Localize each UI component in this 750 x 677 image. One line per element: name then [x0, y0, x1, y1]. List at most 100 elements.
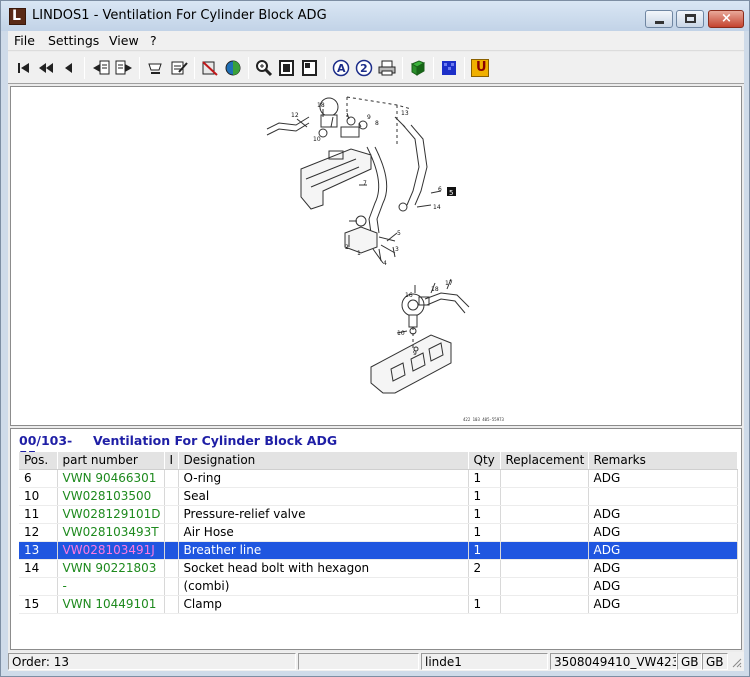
row-replacement	[500, 577, 589, 596]
row-designation: Pressure-relief valve	[178, 505, 469, 524]
row-i	[164, 541, 179, 560]
row-part-number: VW028129101D	[57, 505, 165, 524]
callout-3: 3	[395, 246, 399, 253]
app-logo-icon: L	[9, 8, 26, 25]
exploded-view-drawing[interactable]: 12 18 10 9 8 13 7 6 14 5 2 1 3 4 17 16 1	[10, 86, 742, 426]
back-page-icon[interactable]	[92, 59, 110, 77]
row-i	[164, 577, 179, 596]
row-qty: 1	[468, 487, 501, 506]
minimize-icon	[655, 21, 664, 24]
row-designation: Air Hose	[178, 523, 469, 542]
resize-grip-icon[interactable]	[730, 656, 742, 668]
zoom-icon[interactable]	[255, 59, 273, 77]
row-pos: 12	[19, 523, 58, 542]
globe-icon[interactable]	[224, 59, 242, 77]
no-filter-icon[interactable]	[201, 59, 219, 77]
row-pos	[19, 577, 58, 596]
toolbar-separator	[194, 57, 195, 79]
maximize-icon	[685, 14, 696, 23]
parts-table-body: 6 VWN 90466301 O-ring 1 ADG 10 VW028103500 Seal…	[19, 469, 738, 614]
callout-9-lower: 9	[413, 350, 417, 357]
toolbar: A 2 U	[8, 52, 744, 84]
search-2-icon[interactable]: 2	[355, 59, 373, 77]
u-label: U	[476, 60, 487, 75]
cart-icon[interactable]	[147, 59, 165, 77]
col-qty[interactable]: Qty	[468, 452, 501, 470]
status-order: Order: 13	[8, 653, 296, 670]
maximize-button[interactable]	[676, 10, 704, 28]
grid-icon[interactable]	[440, 59, 458, 77]
row-part-number: VW028103493T	[57, 523, 165, 542]
u-icon[interactable]: U	[471, 59, 489, 77]
book-icon[interactable]	[409, 59, 427, 77]
title-bar[interactable]: L LINDOS1 - Ventilation For Cylinder Blo…	[1, 1, 749, 31]
row-designation: Socket head bolt with hexagon	[178, 559, 469, 578]
page-icon[interactable]	[278, 59, 296, 77]
col-i[interactable]: I	[164, 452, 179, 470]
table-row[interactable]: 14 VWN 90221803 Socket head bolt with hexa…	[19, 559, 738, 578]
edit-list-icon[interactable]	[170, 59, 188, 77]
row-qty: 1	[468, 469, 501, 488]
print-icon[interactable]	[378, 59, 396, 77]
toolbar-separator	[464, 57, 465, 79]
col-remarks[interactable]: Remarks	[588, 452, 738, 470]
forward-page-icon[interactable]	[115, 59, 133, 77]
row-qty: 1	[468, 505, 501, 524]
previous-group-icon[interactable]	[37, 59, 55, 77]
row-i	[164, 505, 179, 524]
callout-13: 13	[401, 110, 409, 117]
group-title: Ventilation For Cylinder Block ADG	[93, 433, 338, 448]
first-icon[interactable]	[15, 59, 33, 77]
row-remarks: ADG	[588, 541, 738, 560]
callout-5: 5	[397, 230, 401, 237]
previous-icon[interactable]	[60, 59, 78, 77]
col-part-number[interactable]: part number	[57, 452, 165, 470]
menu-file[interactable]: File	[14, 33, 35, 48]
table-row[interactable]: 12 VW028103493T Air Hose 1 ADG	[19, 523, 738, 542]
drawing-number: 422 103 405-55973	[463, 417, 505, 422]
app-window: L LINDOS1 - Ventilation For Cylinder Blo…	[0, 0, 750, 677]
search-a-icon[interactable]: A	[332, 59, 350, 77]
callout-7: 7	[363, 180, 367, 187]
row-qty	[468, 577, 501, 596]
row-pos: 11	[19, 505, 58, 524]
row-remarks: ADG	[588, 523, 738, 542]
table-row[interactable]: 10 VW028103500 Seal 1	[19, 487, 738, 506]
row-designation: O-ring	[178, 469, 469, 488]
minimize-button[interactable]	[645, 10, 673, 28]
status-bar: Order: 13 linde1 3508049410_VW4231 GB GB	[8, 652, 744, 671]
row-i	[164, 469, 179, 488]
row-i	[164, 595, 179, 614]
row-qty: 1	[468, 595, 501, 614]
row-replacement	[500, 541, 589, 560]
status-user: linde1	[421, 653, 548, 670]
callout-8: 8	[375, 120, 379, 127]
row-remarks: ADG	[588, 559, 738, 578]
menu-help[interactable]: ?	[150, 33, 157, 48]
menu-settings[interactable]: Settings	[48, 33, 99, 48]
row-pos: 10	[19, 487, 58, 506]
table-row[interactable]: 13 VW028103491J Breather line 1 ADG	[19, 541, 738, 560]
table-row[interactable]: 15 VWN 10449101 Clamp 1 ADG	[19, 595, 738, 614]
col-pos[interactable]: Pos.	[19, 452, 58, 470]
menu-view[interactable]: View	[109, 33, 139, 48]
callout-2: 2	[345, 244, 349, 251]
table-row[interactable]: - (combi) ADG	[19, 577, 738, 596]
table-row[interactable]: 6 VWN 90466301 O-ring 1 ADG	[19, 469, 738, 488]
row-part-number: VWN 90221803	[57, 559, 165, 578]
close-button[interactable]: ×	[708, 10, 744, 28]
status-lang-1: GB	[677, 653, 702, 670]
callout-18-lower: 18	[431, 286, 439, 293]
row-part-number: VWN 90466301	[57, 469, 165, 488]
search-a-label: A	[337, 62, 346, 75]
row-i	[164, 559, 179, 578]
col-replacement[interactable]: Replacement	[500, 452, 589, 470]
col-designation[interactable]: Designation	[178, 452, 469, 470]
callout-12: 12	[291, 112, 299, 119]
page-alt-icon[interactable]	[301, 59, 319, 77]
table-row[interactable]: 11 VW028129101D Pressure-relief valve 1 ADG	[19, 505, 738, 524]
row-remarks: ADG	[588, 577, 738, 596]
row-part-number: VW028103500	[57, 487, 165, 506]
row-replacement	[500, 469, 589, 488]
row-remarks: ADG	[588, 595, 738, 614]
